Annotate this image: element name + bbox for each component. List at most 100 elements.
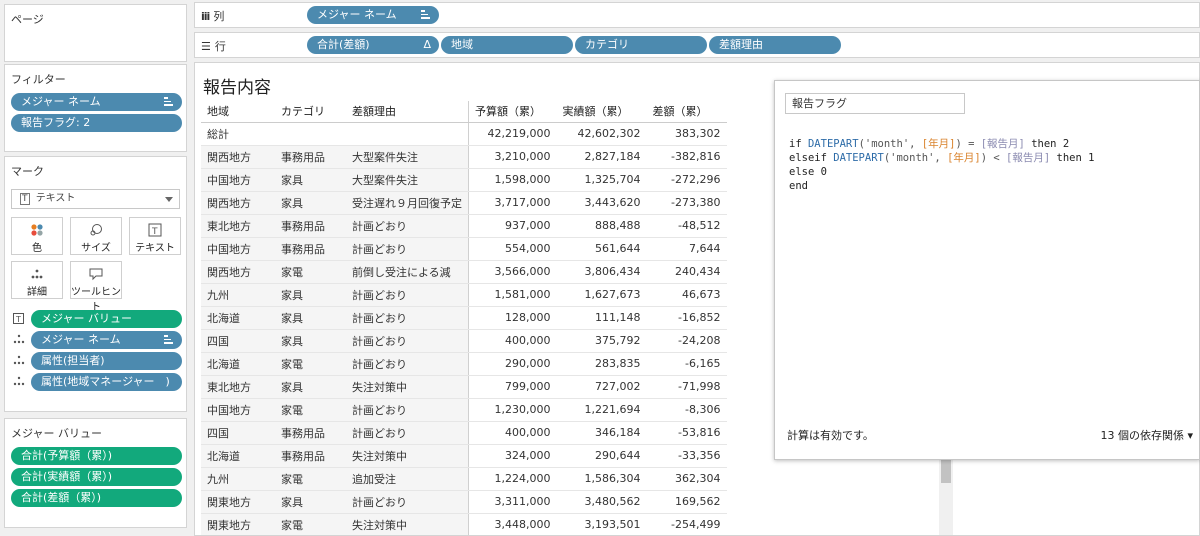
column-header-reason[interactable]: 差額理由	[346, 101, 469, 123]
dependencies-dropdown[interactable]: 13 個の依存関係 ▾	[1100, 427, 1193, 443]
rows-shelf[interactable]: ☰ 行 合計(差額) Δ 地域 カテゴリ 差額理由	[194, 32, 1200, 58]
column-header-region[interactable]: 地域	[201, 101, 275, 123]
measure-pill-diff[interactable]: 合計(差額（累）)	[11, 489, 182, 507]
cell-diff[interactable]: -8,306	[646, 398, 727, 422]
cell-budget[interactable]: 937,000	[468, 214, 557, 238]
tooltip-button[interactable]: ツールヒント	[70, 261, 122, 313]
cell-reason[interactable]: 計画どおり	[346, 306, 469, 330]
cell-category[interactable]: 事務用品	[275, 214, 346, 238]
column-header-budget[interactable]: 予算額（累）	[468, 101, 557, 123]
cell-region[interactable]: 九州	[201, 283, 275, 307]
cell-actual[interactable]: 2,827,184	[556, 145, 647, 169]
cell-category[interactable]: 事務用品	[275, 237, 346, 261]
calc-name-field[interactable]: 報告フラグ	[785, 93, 965, 114]
cell-budget[interactable]: 799,000	[468, 375, 557, 399]
cell-budget[interactable]: 400,000	[468, 329, 557, 353]
cell-reason[interactable]: 受注遅れ９月回復予定	[346, 191, 469, 215]
cell-actual[interactable]: 3,193,501	[556, 513, 647, 535]
cell-diff[interactable]: -272,296	[646, 168, 727, 192]
mark-type-dropdown[interactable]: T テキスト	[11, 189, 180, 209]
table-row[interactable]: 中国地方 家具 大型案件失注 1,598,000 1,325,704 -272,296	[201, 168, 727, 192]
cell-reason[interactable]: 大型案件失注	[346, 168, 469, 192]
cell-diff[interactable]: -273,380	[646, 191, 727, 215]
cell-actual[interactable]: 283,835	[556, 352, 647, 376]
cell-actual[interactable]: 290,644	[556, 444, 647, 468]
cell-diff[interactable]: -33,356	[646, 444, 727, 468]
cell-diff[interactable]: -254,499	[646, 513, 727, 535]
cell-reason[interactable]: 追加受注	[346, 467, 469, 491]
table-row[interactable]: 関西地方 家電 前倒し受注による減 3,566,000 3,806,434 240,434	[201, 260, 727, 284]
cell-category[interactable]: 家電	[275, 352, 346, 376]
rows-pill-category[interactable]: カテゴリ	[575, 36, 707, 54]
cell-diff[interactable]: -53,816	[646, 421, 727, 445]
cell-diff[interactable]: -6,165	[646, 352, 727, 376]
cell-reason[interactable]: 計画どおり	[346, 421, 469, 445]
cell-diff[interactable]: -16,852	[646, 306, 727, 330]
mark-pill-attr-owner[interactable]: 属性(担当者)	[31, 352, 182, 370]
cell-budget[interactable]: 3,717,000	[468, 191, 557, 215]
table-row[interactable]: 関西地方 家具 受注遅れ９月回復予定 3,717,000 3,443,620 -273,3…	[201, 191, 727, 215]
cell-reason[interactable]: 計画どおり	[346, 490, 469, 514]
cell-category[interactable]: 家具	[275, 329, 346, 353]
cell-category[interactable]: 事務用品	[275, 145, 346, 169]
cell-actual[interactable]: 346,184	[556, 421, 647, 445]
cell-diff[interactable]: 362,304	[646, 467, 727, 491]
cell-budget[interactable]: 400,000	[468, 421, 557, 445]
cell-diff[interactable]: -24,208	[646, 329, 727, 353]
columns-pill-measure-names[interactable]: メジャー ネーム	[307, 6, 439, 24]
cell-reason[interactable]: 失注対策中	[346, 444, 469, 468]
table-row[interactable]: 北海道 家電 計画どおり 290,000 283,835 -6,165	[201, 352, 727, 376]
mark-pill-measure-names[interactable]: メジャー ネーム	[31, 331, 182, 349]
cell-actual[interactable]: 3,443,620	[556, 191, 647, 215]
cell-region[interactable]: 東北地方	[201, 375, 275, 399]
filters-shelf[interactable]: フィルター メジャー ネーム 報告フラグ: 2	[4, 64, 187, 152]
column-header-actual[interactable]: 実績額（累）	[556, 101, 647, 123]
cell-region[interactable]: 九州	[201, 467, 275, 491]
table-row[interactable]: 関東地方 家電 失注対策中 3,448,000 3,193,501 -254,499	[201, 513, 727, 535]
cell-category[interactable]: 家具	[275, 168, 346, 192]
table-row[interactable]: 東北地方 家具 失注対策中 799,000 727,002 -71,998	[201, 375, 727, 399]
cell-category[interactable]: 家電	[275, 260, 346, 284]
text-button[interactable]: T テキスト	[129, 217, 181, 255]
cell-region[interactable]: 中国地方	[201, 237, 275, 261]
table-row[interactable]: 関東地方 家具 計画どおり 3,311,000 3,480,562 169,562	[201, 490, 727, 514]
table-row[interactable]: 四国 事務用品 計画どおり 400,000 346,184 -53,816	[201, 421, 727, 445]
cell-region[interactable]: 北海道	[201, 352, 275, 376]
cell-reason[interactable]: 計画どおり	[346, 398, 469, 422]
measure-pill-budget[interactable]: 合計(予算額（累）)	[11, 447, 182, 465]
cell-diff[interactable]: -382,816	[646, 145, 727, 169]
table-row[interactable]: 中国地方 事務用品 計画どおり 554,000 561,644 7,644	[201, 237, 727, 261]
size-button[interactable]: サイズ	[70, 217, 122, 255]
cell-category[interactable]: 家具	[275, 490, 346, 514]
cell-region[interactable]: 四国	[201, 421, 275, 445]
cell-category[interactable]: 事務用品	[275, 421, 346, 445]
cell-actual[interactable]: 1,221,694	[556, 398, 647, 422]
cell-reason[interactable]: 失注対策中	[346, 375, 469, 399]
detail-button[interactable]: 詳細	[11, 261, 63, 299]
cell-diff[interactable]: 46,673	[646, 283, 727, 307]
cell-budget[interactable]: 128,000	[468, 306, 557, 330]
cell-reason[interactable]: 計画どおり	[346, 237, 469, 261]
cell-category[interactable]: 家電	[275, 467, 346, 491]
cell-budget[interactable]: 3,566,000	[468, 260, 557, 284]
cell-reason[interactable]: 大型案件失注	[346, 145, 469, 169]
mark-pill-measure-values[interactable]: メジャー バリュー	[31, 310, 182, 328]
cell-actual[interactable]: 561,644	[556, 237, 647, 261]
cell-region[interactable]: 北海道	[201, 306, 275, 330]
cell-diff[interactable]: 7,644	[646, 237, 727, 261]
cell-region[interactable]: 中国地方	[201, 168, 275, 192]
cell-reason[interactable]: 計画どおり	[346, 329, 469, 353]
cell-actual[interactable]: 3,480,562	[556, 490, 647, 514]
cell-reason[interactable]: 計画どおり	[346, 352, 469, 376]
cell-diff[interactable]: 240,434	[646, 260, 727, 284]
cell-budget[interactable]: 3,311,000	[468, 490, 557, 514]
cell-budget[interactable]: 1,581,000	[468, 283, 557, 307]
cell-actual[interactable]: 1,627,673	[556, 283, 647, 307]
cell-category[interactable]: 事務用品	[275, 444, 346, 468]
cell-budget[interactable]: 554,000	[468, 237, 557, 261]
color-button[interactable]: 色	[11, 217, 63, 255]
cell-actual[interactable]: 1,586,304	[556, 467, 647, 491]
rows-pill-sum-diff[interactable]: 合計(差額) Δ	[307, 36, 439, 54]
cell-actual[interactable]: 111,148	[556, 306, 647, 330]
table-row[interactable]: 中国地方 家電 計画どおり 1,230,000 1,221,694 -8,306	[201, 398, 727, 422]
